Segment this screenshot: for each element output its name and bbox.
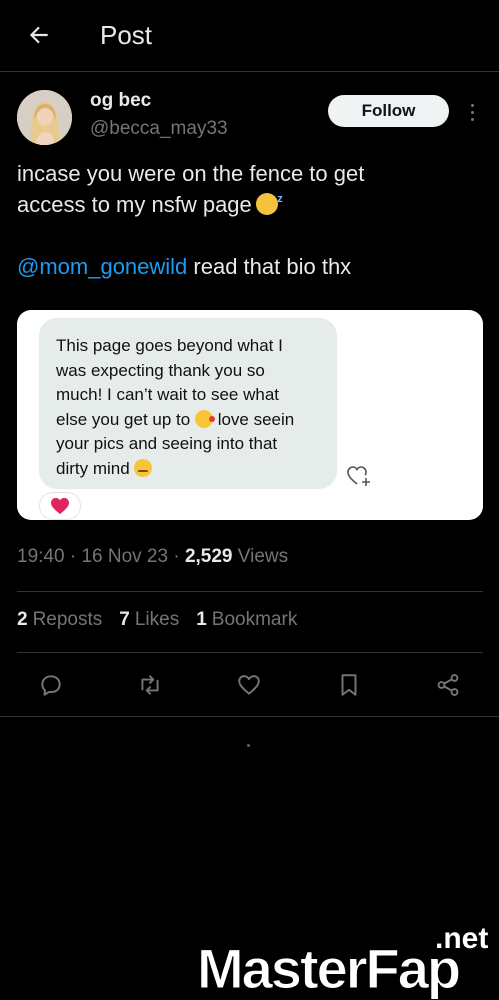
message-line-part: dirty mind xyxy=(56,458,130,478)
bookmarks-label: Bookmark xyxy=(211,609,298,630)
divider xyxy=(0,716,499,717)
sleeping-face-emoji-icon xyxy=(255,184,283,215)
red-heart-icon xyxy=(51,497,69,515)
divider xyxy=(17,652,483,653)
tweet-line-2: access to my nsfw page xyxy=(17,184,487,220)
repost-icon xyxy=(141,675,159,695)
page-title: Post xyxy=(100,20,153,50)
message-line: your pics and seeing into that xyxy=(56,434,278,453)
share-button[interactable] xyxy=(428,665,468,705)
message-bubble: This page goes beyond what I was expecti… xyxy=(39,318,337,489)
author-handle[interactable]: @becca_may33 xyxy=(90,118,228,140)
meta-separator: · xyxy=(64,546,82,567)
repost-button[interactable] xyxy=(130,665,170,705)
follow-button[interactable]: Follow xyxy=(328,95,449,127)
message-line-part: love seein xyxy=(217,409,295,429)
views-label: Views xyxy=(232,546,289,567)
message-line: much! I can’t wait to see what xyxy=(56,385,279,404)
message-line: This page goes beyond what I xyxy=(56,336,283,355)
post-meta: 19:40 · 16 Nov 23 · 2,529 Views xyxy=(17,546,288,568)
kissing-face-emoji-icon xyxy=(194,409,215,428)
action-bar xyxy=(0,665,499,705)
bookmark-button[interactable] xyxy=(329,665,369,705)
message-line: was expecting thank you so xyxy=(56,360,265,380)
avatar-photo xyxy=(17,90,72,145)
likes-count: 7 xyxy=(119,609,130,630)
tweet-line-3-rest: read that bio thx xyxy=(187,254,352,279)
relieved-face-emoji-icon xyxy=(134,458,153,477)
heart-reaction-badge xyxy=(39,492,81,520)
reposts-stat[interactable]: 2 Reposts xyxy=(17,609,102,631)
message-line: dirty mind xyxy=(56,457,325,482)
watermark-main-text: MasterFap xyxy=(196,937,461,1000)
top-bar: Post xyxy=(0,0,499,72)
tweet-line-3: @mom_gonewild read that bio thx xyxy=(17,251,487,282)
tweet-line-2-text: access to my nsfw page xyxy=(17,192,252,217)
bookmark-icon xyxy=(341,674,357,696)
mention-link[interactable]: @mom_gonewild xyxy=(17,254,187,279)
media-image[interactable]: This page goes beyond what I was expecti… xyxy=(17,310,483,520)
likes-label: Likes xyxy=(134,609,180,630)
tweet-line-1: incase you were on the fence to get xyxy=(17,161,365,186)
like-icon xyxy=(238,675,260,695)
bookmarks-stat[interactable]: 1 Bookmark xyxy=(196,609,297,631)
arrow-left-icon xyxy=(29,26,48,44)
reposts-label: Reposts xyxy=(32,609,103,630)
author-display-name[interactable]: og bec xyxy=(90,90,151,112)
reply-button[interactable] xyxy=(31,665,71,705)
bookmarks-count: 1 xyxy=(196,609,207,630)
post-time[interactable]: 19:40 xyxy=(17,546,65,567)
reply-icon xyxy=(41,675,61,696)
views-count[interactable]: 2,529 xyxy=(185,546,233,567)
loading-indicator xyxy=(247,744,250,747)
post-date[interactable]: 16 Nov 23 xyxy=(81,546,168,567)
likes-stat[interactable]: 7 Likes xyxy=(119,609,179,631)
meta-separator: · xyxy=(168,546,185,567)
avatar[interactable] xyxy=(17,90,72,145)
message-line: else you get up to love seein xyxy=(56,408,325,433)
back-button[interactable] xyxy=(22,18,56,52)
share-icon xyxy=(437,674,459,696)
reposts-count: 2 xyxy=(17,609,28,630)
watermark-suffix-text: .net xyxy=(435,922,489,955)
add-reaction-icon xyxy=(347,466,370,486)
like-button[interactable] xyxy=(229,665,269,705)
engagement-stats: 2 Reposts 7 Likes 1 Bookmark xyxy=(17,609,297,631)
message-line-part: else you get up to xyxy=(56,409,191,429)
tweet-text: incase you were on the fence to get acce… xyxy=(17,158,487,282)
divider xyxy=(17,591,483,592)
header-divider xyxy=(0,71,499,72)
more-options-icon[interactable] xyxy=(462,98,482,126)
